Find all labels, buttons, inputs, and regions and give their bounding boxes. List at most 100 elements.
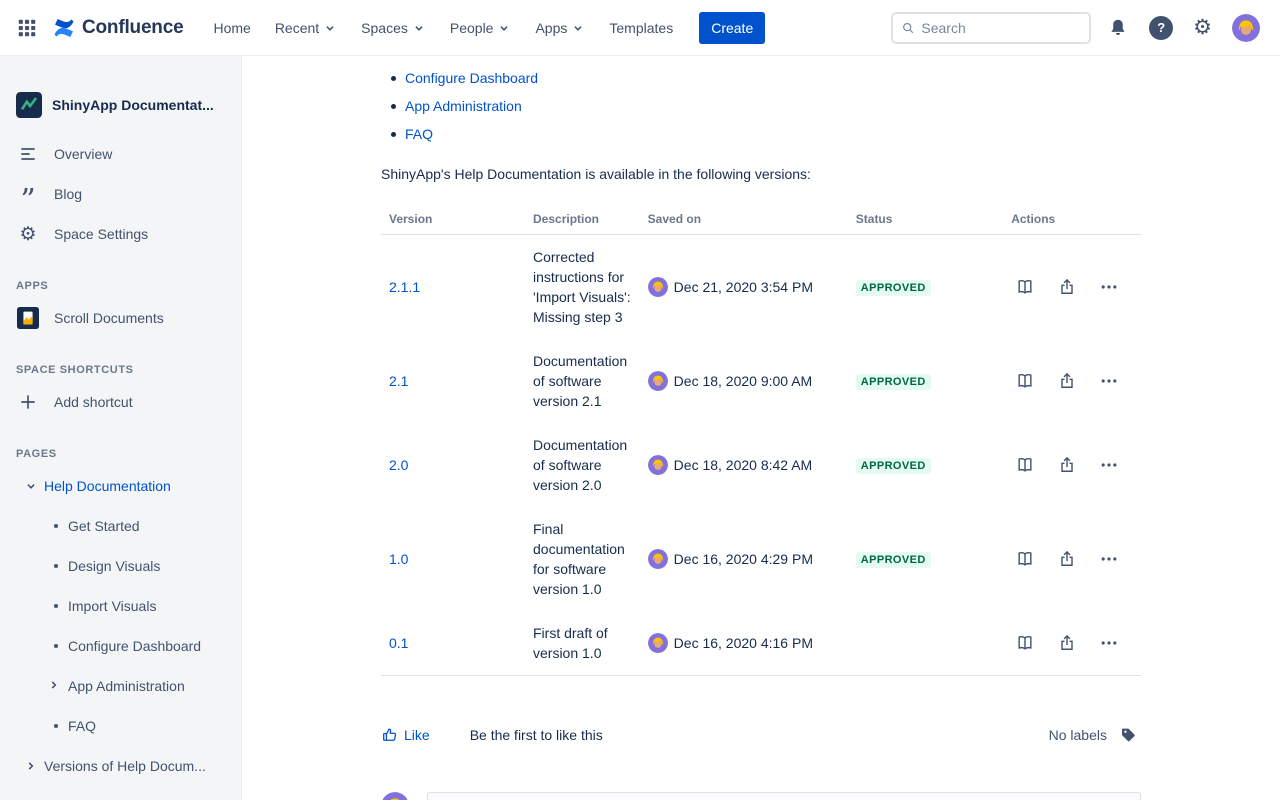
- space-logo-icon: [16, 92, 42, 118]
- table-row: 0.1 First draft of version 1.0 Dec 16, 2…: [381, 611, 1141, 676]
- col-header-status: Status: [848, 204, 1003, 235]
- labels-text: No labels: [1049, 727, 1107, 743]
- nav-templates[interactable]: Templates: [599, 14, 683, 42]
- page-toc: Configure Dashboard App Administration F…: [381, 64, 1141, 148]
- settings-gear-icon[interactable]: ⚙: [1189, 13, 1216, 42]
- col-header-actions: Actions: [1003, 204, 1141, 235]
- sidebar-page-configure-dashboard[interactable]: Configure Dashboard: [0, 626, 241, 666]
- version-link[interactable]: 2.0: [389, 457, 408, 473]
- sidebar-page-design-visuals[interactable]: Design Visuals: [0, 546, 241, 586]
- confluence-wordmark: Confluence: [82, 17, 183, 39]
- toc-link-faq[interactable]: FAQ: [405, 126, 433, 142]
- add-shortcut-button[interactable]: Add shortcut: [0, 382, 241, 422]
- sidebar-page-get-started[interactable]: Get Started: [0, 506, 241, 546]
- shortcuts-section-header: SPACE SHORTCUTS: [0, 364, 241, 376]
- sidebar-page-import-visuals[interactable]: Import Visuals: [0, 586, 241, 626]
- avatar: [648, 277, 668, 297]
- more-actions-icon[interactable]: [1095, 629, 1123, 657]
- table-row: 2.1.1 Corrected instructions for 'Import…: [381, 235, 1141, 340]
- toc-item: App Administration: [405, 92, 1141, 120]
- version-description: Documentation of software version 2.0: [525, 423, 640, 507]
- sidebar-item-space-settings[interactable]: ⚙ Space Settings: [0, 214, 241, 254]
- label-tag-icon[interactable]: [1115, 722, 1141, 748]
- sidebar-page-help-documentation[interactable]: Help Documentation: [0, 466, 241, 506]
- primary-nav: Home Recent Spaces People Apps Templates: [203, 14, 683, 42]
- export-icon[interactable]: [1053, 629, 1081, 657]
- sidebar-page-faq[interactable]: FAQ: [0, 706, 241, 746]
- nav-recent[interactable]: Recent: [265, 14, 347, 42]
- topnav-right: ? ⚙: [891, 10, 1264, 46]
- user-avatar[interactable]: [1228, 10, 1264, 46]
- chevron-right-icon: [24, 759, 38, 773]
- sidebar-item-label: Get Started: [68, 518, 140, 534]
- export-icon[interactable]: [1053, 451, 1081, 479]
- export-icon[interactable]: [1053, 545, 1081, 573]
- sidebar-item-blog[interactable]: ” Blog: [0, 174, 241, 214]
- read-view-book-icon[interactable]: [1011, 629, 1039, 657]
- table-row: 1.0 Final documentation for software ver…: [381, 507, 1141, 611]
- status-badge: APPROVED: [856, 280, 931, 296]
- nav-spaces[interactable]: Spaces: [351, 14, 436, 42]
- version-description: Corrected instructions for 'Import Visua…: [525, 235, 640, 340]
- help-icon[interactable]: ?: [1145, 12, 1177, 44]
- read-view-book-icon[interactable]: [1011, 367, 1039, 395]
- search-box: [891, 12, 1091, 44]
- nav-home[interactable]: Home: [203, 14, 260, 42]
- confluence-logo-icon: [52, 16, 76, 40]
- export-icon[interactable]: [1053, 273, 1081, 301]
- chevron-down-icon: [323, 21, 337, 35]
- saved-on-date: Dec 16, 2020 4:16 PM: [674, 635, 813, 651]
- comment-input[interactable]: [427, 792, 1141, 800]
- app-switcher-icon[interactable]: [12, 13, 42, 43]
- saved-on-date: Dec 16, 2020 4:29 PM: [674, 551, 813, 567]
- sidebar-item-label: Space Settings: [54, 226, 148, 242]
- nav-apps[interactable]: Apps: [525, 14, 595, 42]
- read-view-book-icon[interactable]: [1011, 273, 1039, 301]
- version-link[interactable]: 1.0: [389, 551, 408, 567]
- chevron-down-icon: [571, 21, 585, 35]
- more-actions-icon[interactable]: [1095, 451, 1123, 479]
- like-button[interactable]: Like: [381, 726, 430, 744]
- space-sidebar: ShinyApp Documentat... Overview ” Blog ⚙…: [0, 56, 242, 800]
- sidebar-page-app-administration[interactable]: App Administration: [0, 666, 241, 706]
- create-button[interactable]: Create: [699, 12, 765, 44]
- sidebar-item-label: Blog: [54, 186, 82, 202]
- toc-link-configure-dashboard[interactable]: Configure Dashboard: [405, 70, 538, 86]
- search-input[interactable]: [921, 20, 1081, 36]
- sidebar-page-versions[interactable]: Versions of Help Docum...: [0, 746, 241, 786]
- sidebar-item-label: Import Visuals: [68, 598, 156, 614]
- page-content: Configure Dashboard App Administration F…: [242, 56, 1280, 800]
- blog-icon: ”: [16, 189, 40, 199]
- more-actions-icon[interactable]: [1095, 545, 1123, 573]
- version-link[interactable]: 0.1: [389, 635, 408, 651]
- pages-section-header: PAGES: [0, 448, 241, 460]
- notifications-icon[interactable]: [1103, 13, 1133, 43]
- table-row: 2.0 Documentation of software version 2.…: [381, 423, 1141, 507]
- more-actions-icon[interactable]: [1095, 273, 1123, 301]
- thumbs-up-icon: [381, 726, 399, 744]
- more-actions-icon[interactable]: [1095, 367, 1123, 395]
- table-row: 2.1 Documentation of software version 2.…: [381, 339, 1141, 423]
- sidebar-item-label: Add shortcut: [54, 394, 133, 410]
- toc-link-app-administration[interactable]: App Administration: [405, 98, 522, 114]
- chevron-down-icon: [24, 479, 38, 493]
- space-header[interactable]: ShinyApp Documentat...: [0, 80, 241, 134]
- avatar: [648, 549, 668, 569]
- top-navigation: Confluence Home Recent Spaces People App…: [0, 0, 1280, 56]
- export-icon[interactable]: [1053, 367, 1081, 395]
- avatar: [381, 792, 409, 800]
- search-icon: [901, 20, 915, 36]
- col-header-version: Version: [381, 204, 525, 235]
- confluence-logo[interactable]: Confluence: [52, 16, 183, 40]
- read-view-book-icon[interactable]: [1011, 545, 1039, 573]
- version-link[interactable]: 2.1: [389, 373, 408, 389]
- sidebar-item-scroll-documents[interactable]: Scroll Documents: [0, 298, 241, 338]
- sidebar-item-overview[interactable]: Overview: [0, 134, 241, 174]
- nav-people[interactable]: People: [440, 14, 522, 42]
- comment-section: [381, 792, 1141, 800]
- read-view-book-icon[interactable]: [1011, 451, 1039, 479]
- toc-item: Configure Dashboard: [405, 64, 1141, 92]
- like-hint-text: Be the first to like this: [470, 727, 603, 743]
- version-link[interactable]: 2.1.1: [389, 279, 420, 295]
- sidebar-item-label: Design Visuals: [68, 558, 160, 574]
